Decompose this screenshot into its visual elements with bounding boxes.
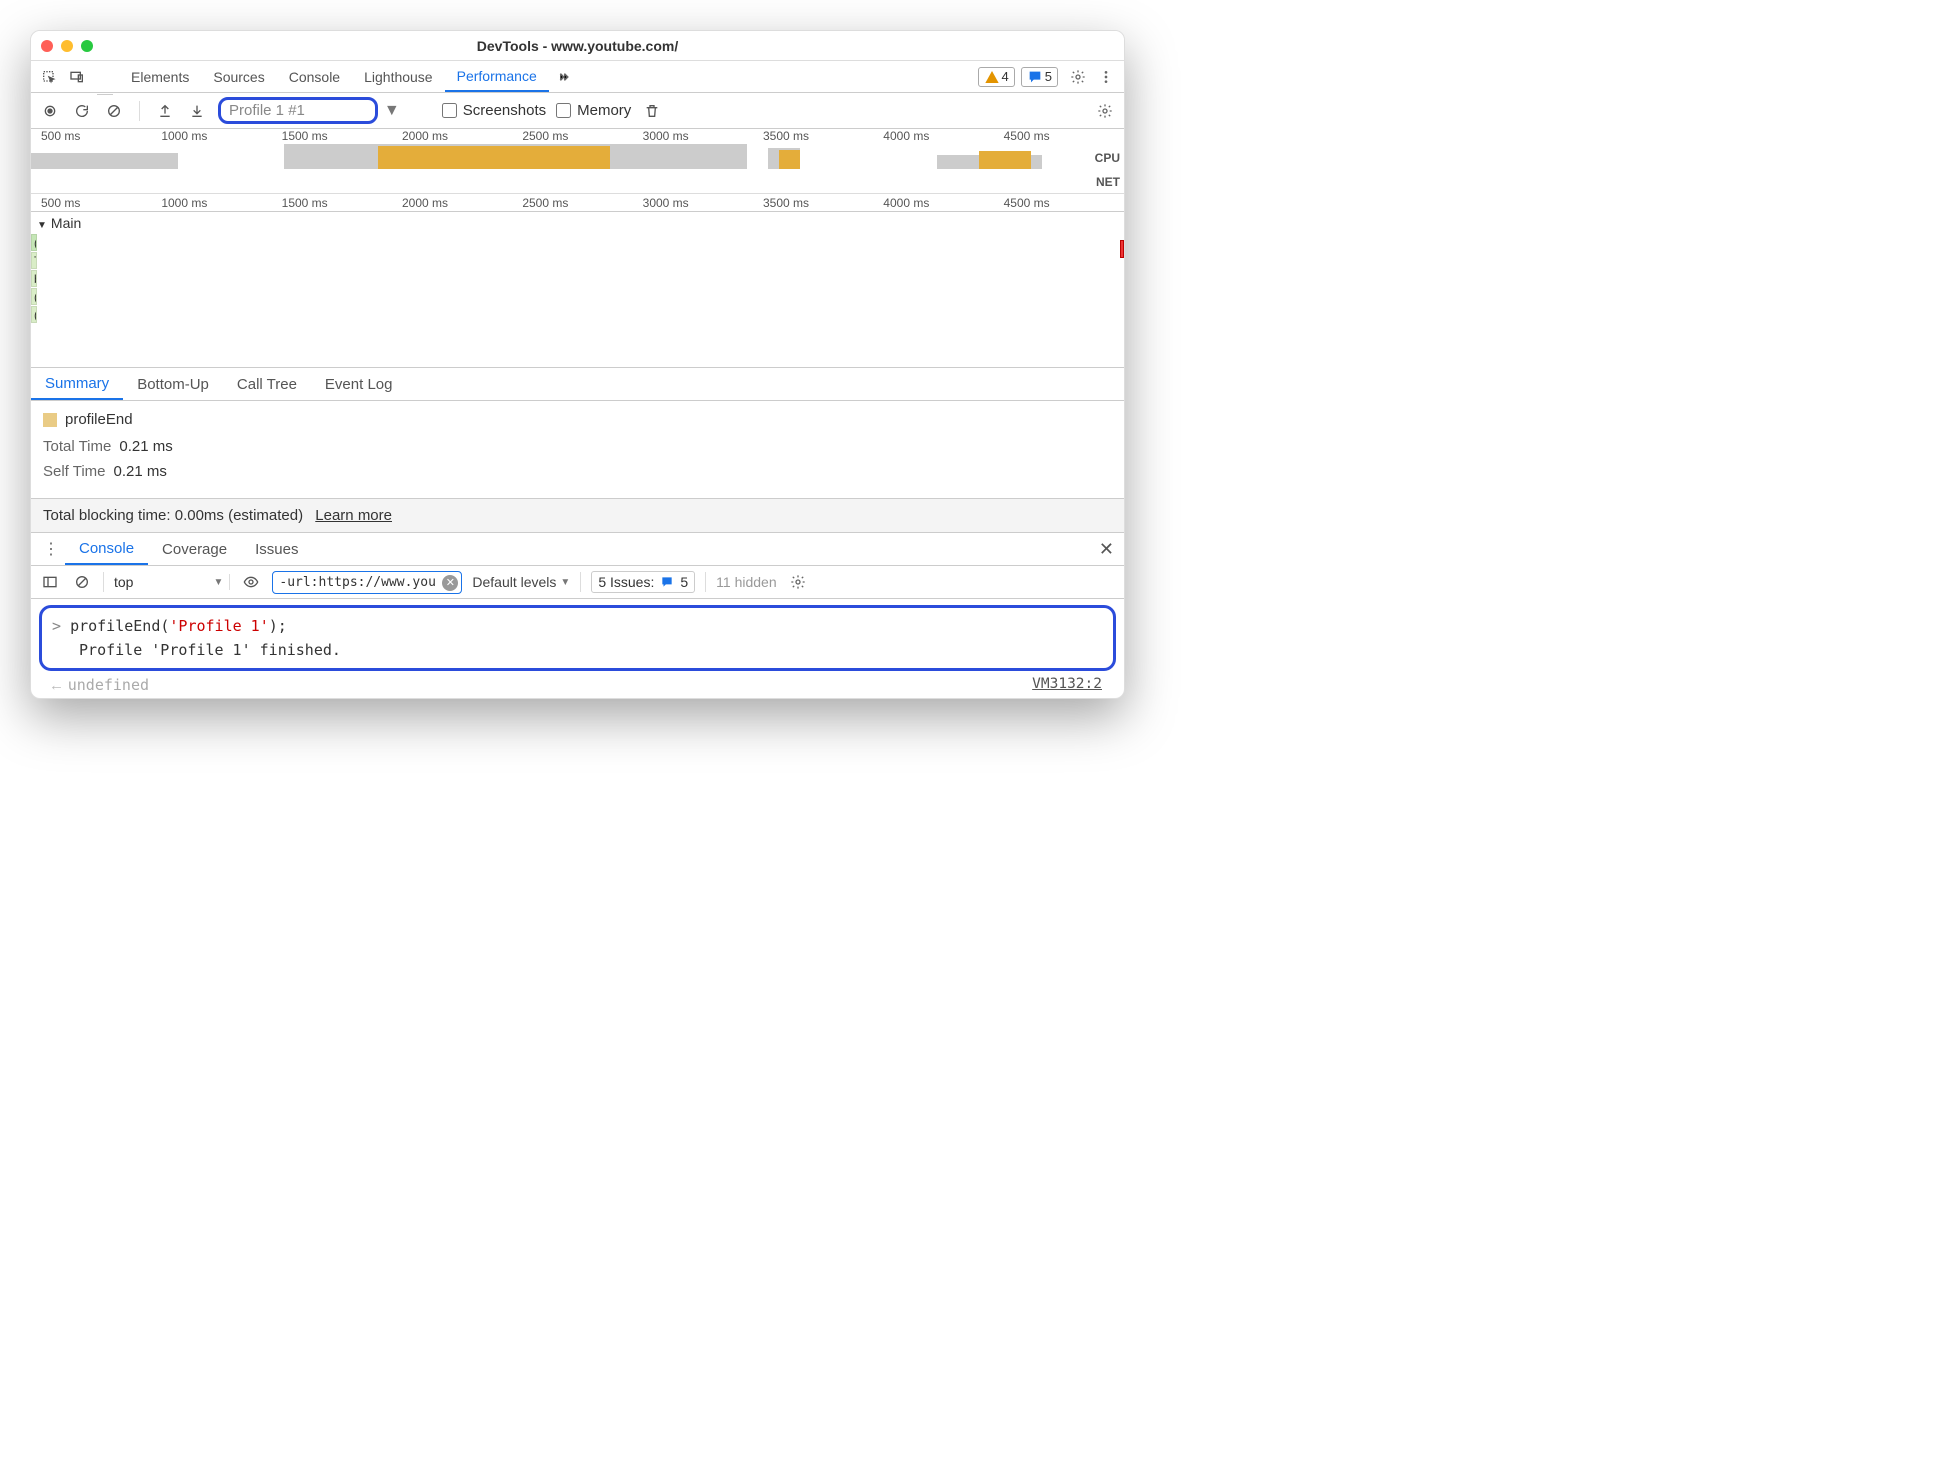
overview-ruler: 500 ms1000 ms1500 ms2000 ms2500 ms3000 m… bbox=[31, 129, 1124, 143]
levels-label: Default levels bbox=[472, 574, 556, 590]
live-expression-icon[interactable] bbox=[240, 571, 262, 593]
cpu-label: CPU bbox=[1095, 151, 1120, 165]
capture-settings-icon[interactable] bbox=[1094, 100, 1116, 122]
highlighted-output: profileEnd('Profile 1'); Profile 'Profil… bbox=[39, 605, 1116, 671]
issues-button[interactable]: 5 Issues: 5 bbox=[591, 571, 695, 593]
console-message: Profile 'Profile 1' finished. bbox=[52, 638, 1103, 662]
cpu-overview-chart bbox=[31, 143, 1084, 169]
filter-input-wrap: ✕ bbox=[272, 571, 462, 594]
console-filter-bar: top▼ ✕ Default levels▼ 5 Issues: 5 11 hi… bbox=[31, 566, 1124, 599]
messages-badge[interactable]: 5 bbox=[1021, 67, 1058, 87]
device-toggle-icon[interactable] bbox=[63, 69, 91, 85]
drawer-tab-coverage[interactable]: Coverage bbox=[148, 535, 241, 564]
dropdown-arrow-icon[interactable]: ▼ bbox=[384, 102, 400, 120]
flame-block[interactable]: (…) bbox=[31, 234, 37, 251]
total-time-value: 0.21 ms bbox=[119, 438, 172, 455]
download-profile-button[interactable] bbox=[186, 100, 208, 122]
main-track-label[interactable]: Main bbox=[37, 215, 81, 231]
tab-console[interactable]: Console bbox=[277, 63, 352, 91]
screenshots-checkbox[interactable]: Screenshots bbox=[442, 102, 546, 119]
clear-button[interactable] bbox=[103, 100, 125, 122]
flame-ruler[interactable]: 500 ms1000 ms1500 ms2000 ms2500 ms3000 m… bbox=[31, 194, 1124, 212]
gc-button[interactable] bbox=[641, 100, 663, 122]
console-output: profileEnd('Profile 1'); Profile 'Profil… bbox=[31, 605, 1124, 698]
main-tab-strip: Elements Sources Console Lighthouse Perf… bbox=[31, 61, 1124, 93]
net-label: NET bbox=[1096, 175, 1120, 189]
drawer-tab-console[interactable]: Console bbox=[65, 534, 148, 565]
subtab-summary[interactable]: Summary bbox=[31, 369, 123, 400]
upload-profile-button[interactable] bbox=[154, 100, 176, 122]
filter-input[interactable] bbox=[272, 571, 462, 594]
drawer-tab-issues[interactable]: Issues bbox=[241, 535, 312, 564]
tab-performance[interactable]: Performance bbox=[445, 62, 549, 92]
console-settings-icon[interactable] bbox=[787, 571, 809, 593]
clear-console-button[interactable] bbox=[71, 571, 93, 593]
drawer-menu-icon[interactable]: ⋮ bbox=[43, 539, 59, 559]
flame-block[interactable]: (…) bbox=[31, 306, 37, 323]
messages-count: 5 bbox=[1045, 69, 1052, 84]
flame-chart[interactable]: Main (program) (a…s) (a…) (…) TJa b (…) … bbox=[31, 212, 1124, 367]
hidden-messages[interactable]: 11 hidden bbox=[716, 574, 776, 590]
flame-block[interactable]: (…) bbox=[31, 288, 37, 305]
overview-panel[interactable]: 500 ms1000 ms1500 ms2000 ms2500 ms3000 m… bbox=[31, 129, 1124, 194]
memory-checkbox[interactable]: Memory bbox=[556, 102, 631, 119]
issues-label: 5 Issues: bbox=[598, 574, 654, 590]
self-time-label: Self Time bbox=[43, 463, 106, 480]
blocking-time-text: Total blocking time: 0.00ms (estimated) bbox=[43, 507, 303, 524]
tab-elements[interactable]: Elements bbox=[119, 63, 201, 91]
summary-pane: profileEnd Total Time0.21 ms Self Time0.… bbox=[31, 401, 1124, 498]
more-tabs-icon[interactable] bbox=[549, 69, 577, 85]
console-return-value: undefined bbox=[31, 673, 1124, 698]
subtab-bottomup[interactable]: Bottom-Up bbox=[123, 370, 223, 399]
warnings-count: 4 bbox=[1002, 69, 1009, 84]
tab-sources[interactable]: Sources bbox=[201, 63, 276, 91]
devtools-window: DevTools - www.youtube.com/ Elements Sou… bbox=[30, 30, 1125, 699]
total-time-label: Total Time bbox=[43, 438, 111, 455]
settings-icon[interactable] bbox=[1064, 69, 1092, 85]
window-title: DevTools - www.youtube.com/ bbox=[31, 38, 1124, 54]
profile-selector-label: Profile 1 #1 bbox=[229, 102, 305, 119]
kebab-menu-icon[interactable] bbox=[1092, 69, 1120, 85]
subtab-calltree[interactable]: Call Tree bbox=[223, 370, 311, 399]
flame-selection-marker bbox=[1120, 240, 1124, 258]
performance-toolbar: Profile 1 #1 ▼ Screenshots Memory bbox=[31, 93, 1124, 129]
close-drawer-button[interactable]: ✕ bbox=[1095, 535, 1118, 564]
sidebar-toggle-icon[interactable] bbox=[39, 571, 61, 593]
profile-selector[interactable]: Profile 1 #1 bbox=[218, 97, 378, 124]
screenshots-label: Screenshots bbox=[463, 102, 546, 119]
context-label: top bbox=[114, 574, 133, 590]
subtab-eventlog[interactable]: Event Log bbox=[311, 370, 407, 399]
category-swatch-icon bbox=[43, 413, 57, 427]
inspect-icon[interactable] bbox=[35, 69, 63, 85]
drawer-tabs: ⋮ Console Coverage Issues ✕ bbox=[31, 532, 1124, 566]
warnings-badge[interactable]: 4 bbox=[978, 67, 1015, 87]
self-time-value: 0.21 ms bbox=[114, 463, 167, 480]
title-bar: DevTools - www.youtube.com/ bbox=[31, 31, 1124, 61]
summary-name: profileEnd bbox=[65, 411, 133, 428]
log-levels-dropdown[interactable]: Default levels▼ bbox=[472, 574, 570, 590]
flame-block[interactable]: TJa bbox=[31, 252, 37, 269]
context-selector[interactable]: top▼ bbox=[114, 574, 230, 590]
details-tabs: Summary Bottom-Up Call Tree Event Log bbox=[31, 367, 1124, 401]
reload-record-button[interactable] bbox=[71, 100, 93, 122]
blocking-time-bar: Total blocking time: 0.00ms (estimated) … bbox=[31, 498, 1124, 532]
memory-label: Memory bbox=[577, 102, 631, 119]
flame-block[interactable]: b bbox=[31, 270, 37, 287]
learn-more-link[interactable]: Learn more bbox=[315, 507, 392, 524]
console-input-line: profileEnd('Profile 1'); bbox=[52, 614, 1103, 638]
source-link[interactable]: VM3132:2 bbox=[1032, 673, 1102, 696]
record-button[interactable] bbox=[39, 100, 61, 122]
issues-count: 5 bbox=[680, 574, 688, 590]
clear-filter-icon[interactable]: ✕ bbox=[442, 575, 458, 591]
tab-lighthouse[interactable]: Lighthouse bbox=[352, 63, 445, 91]
